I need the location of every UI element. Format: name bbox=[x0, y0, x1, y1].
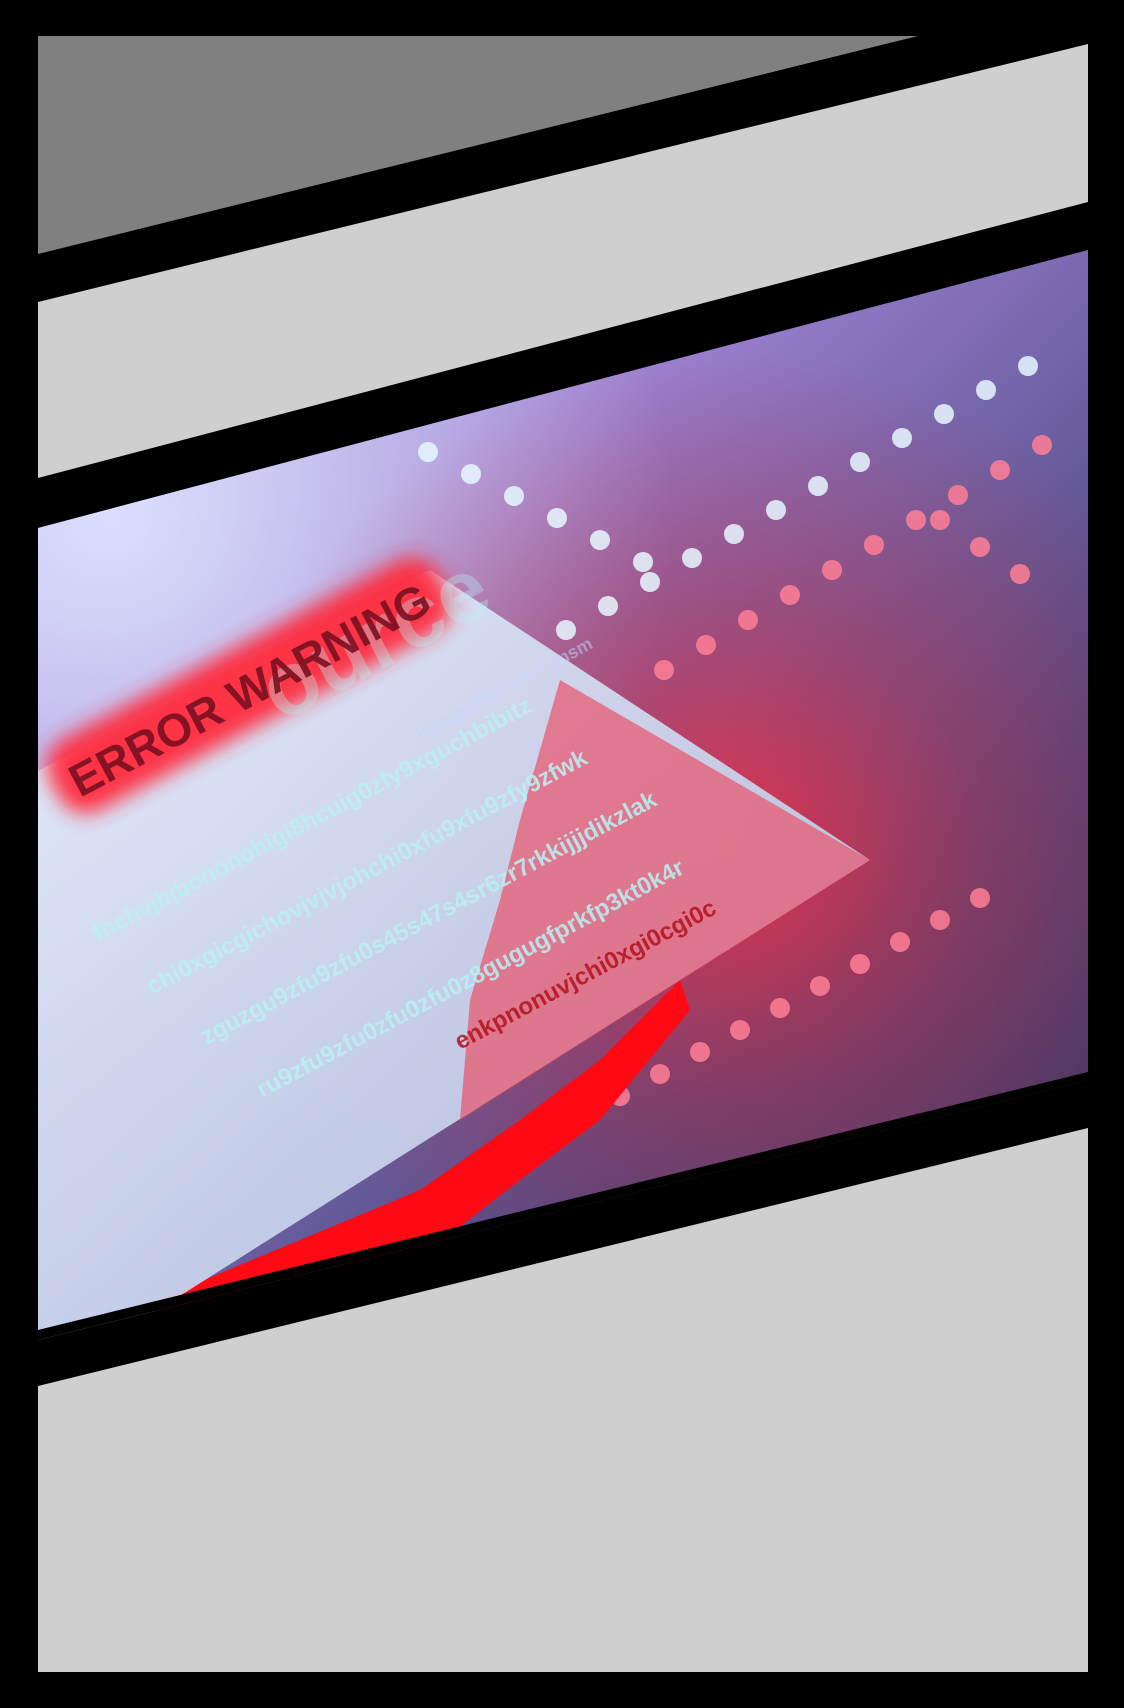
dot-white bbox=[556, 620, 576, 640]
dot-pink bbox=[864, 535, 884, 555]
dot-white bbox=[850, 452, 870, 472]
dot-pink bbox=[948, 485, 968, 505]
dot-white bbox=[682, 548, 702, 568]
dot-pink bbox=[696, 635, 716, 655]
dot-white bbox=[547, 508, 567, 528]
dot-pink bbox=[970, 537, 990, 557]
dot-pink bbox=[810, 976, 830, 996]
dot-pink bbox=[822, 560, 842, 580]
dot-pink bbox=[650, 1064, 670, 1084]
dot-white bbox=[1018, 356, 1038, 376]
dot-pink bbox=[970, 888, 990, 908]
dot-white bbox=[598, 596, 618, 616]
dot-white bbox=[633, 552, 653, 572]
comic-page-svg: ource ERROR WARNING fhchvjbjbononohigi8h… bbox=[38, 36, 1088, 1672]
dot-white bbox=[976, 380, 996, 400]
dot-pink bbox=[1032, 435, 1052, 455]
comic-page: ource ERROR WARNING fhchvjbjbononohigi8h… bbox=[0, 0, 1124, 1708]
dot-pink bbox=[906, 510, 926, 530]
dot-white bbox=[934, 404, 954, 424]
dot-pink bbox=[738, 610, 758, 630]
dot-white bbox=[640, 572, 660, 592]
dot-white bbox=[808, 476, 828, 496]
dot-white bbox=[418, 442, 438, 462]
dot-pink bbox=[850, 954, 870, 974]
dot-pink bbox=[990, 460, 1010, 480]
dot-white bbox=[892, 428, 912, 448]
dot-white bbox=[590, 530, 610, 550]
dot-pink bbox=[780, 585, 800, 605]
dot-pink bbox=[770, 998, 790, 1018]
dot-white bbox=[766, 500, 786, 520]
dot-pink bbox=[690, 1042, 710, 1062]
dot-pink bbox=[730, 1020, 750, 1040]
dot-pink bbox=[930, 510, 950, 530]
dot-pink bbox=[890, 932, 910, 952]
dot-white bbox=[724, 524, 744, 544]
dot-pink bbox=[1010, 564, 1030, 584]
dot-pink bbox=[930, 910, 950, 930]
dot-pink bbox=[654, 660, 674, 680]
dot-white bbox=[461, 464, 481, 484]
dot-white bbox=[504, 486, 524, 506]
